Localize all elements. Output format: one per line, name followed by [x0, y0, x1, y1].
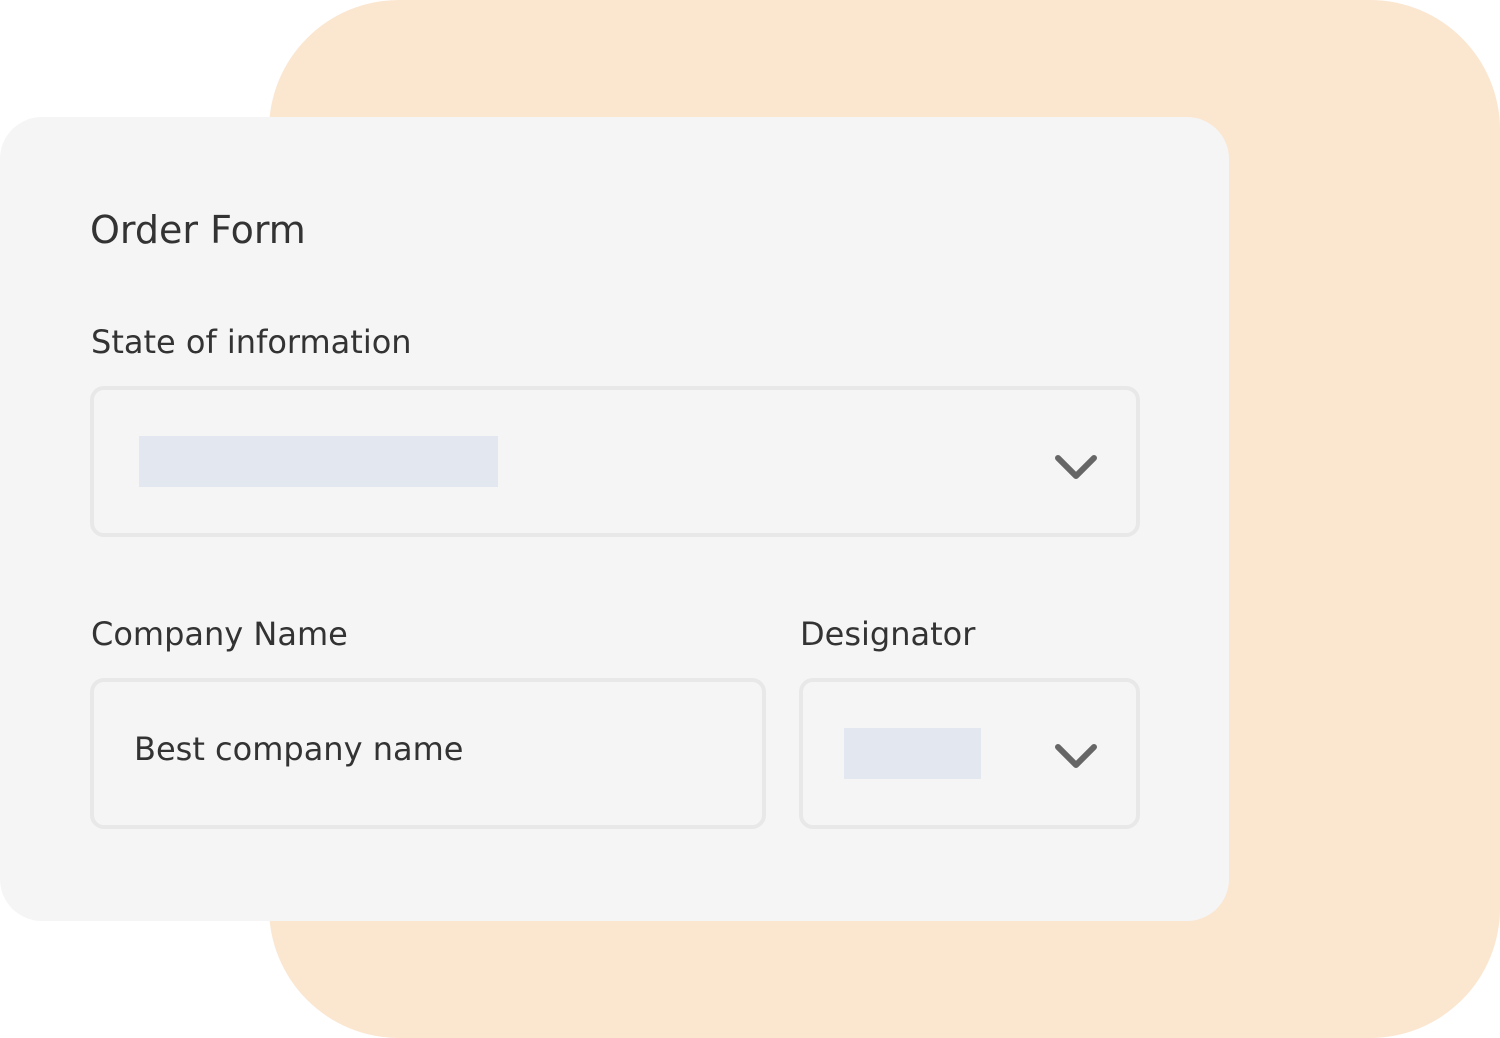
state-of-information-label: State of information [91, 323, 412, 361]
designator-select[interactable] [799, 678, 1140, 829]
company-name-field[interactable] [90, 678, 766, 829]
designator-label: Designator [800, 615, 976, 653]
form-title: Order Form [90, 208, 306, 252]
state-value-placeholder [139, 436, 498, 487]
chevron-down-icon [1055, 744, 1097, 768]
state-of-information-select[interactable] [90, 386, 1140, 537]
company-name-label: Company Name [91, 615, 348, 653]
company-name-input[interactable] [134, 724, 694, 774]
order-form-illustration: Order Form State of information Company … [0, 0, 1500, 1038]
chevron-down-icon [1055, 455, 1097, 479]
designator-value-placeholder [844, 728, 981, 779]
